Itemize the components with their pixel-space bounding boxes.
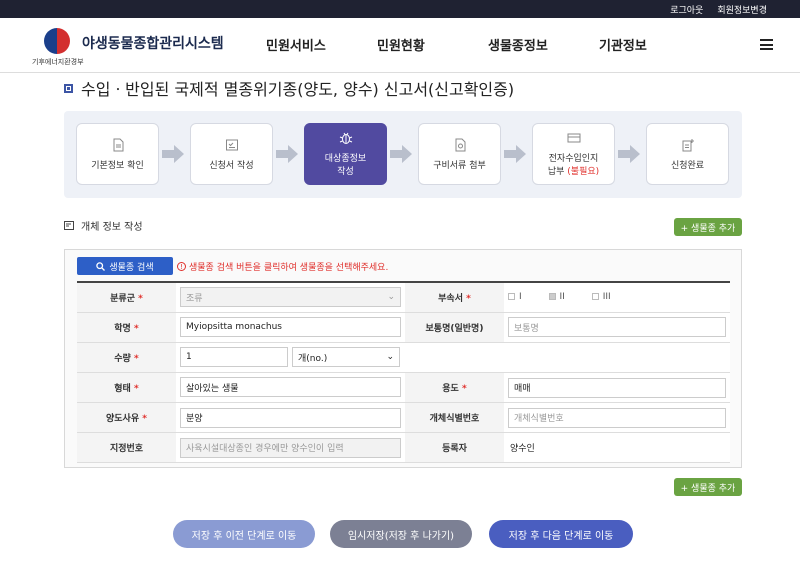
table-row: 지정번호 사육시설대상종인 경우에만 양수인이 입력 등록자 양수인 xyxy=(77,432,730,463)
step-species-info-active: 대상종정보 작성 xyxy=(304,123,387,185)
page-title-text: 수입ㆍ반입된 국제적 멸종위기종(양도, 양수) 신고서(신고확인증) xyxy=(81,80,515,99)
temp-save-button[interactable]: 임시저장(저장 후 나가기) xyxy=(330,520,472,548)
registrant-value: 양수인 xyxy=(504,432,730,463)
gov-emblem-icon xyxy=(44,28,70,54)
search-icon xyxy=(96,261,106,271)
edit-form-icon xyxy=(64,221,74,230)
step-arrow-icon xyxy=(162,145,184,163)
nav-item-civil-status[interactable]: 민원현황 xyxy=(377,35,425,54)
designation-no-label: 지정번호 xyxy=(77,432,176,463)
save-prev-button[interactable]: 저장 후 이전 단계로 이동 xyxy=(173,520,315,548)
step-arrow-icon xyxy=(390,145,412,163)
alert-icon: ! xyxy=(177,262,186,271)
form-field[interactable]: 살아있는 생물 xyxy=(180,377,401,398)
table-row: 형태 * 살아있는 생물 용도 * 매매 xyxy=(77,372,730,403)
chevron-down-icon: ⌄ xyxy=(386,352,394,362)
appendix-checkbox-2[interactable]: II xyxy=(548,292,565,302)
card-icon xyxy=(567,133,580,143)
registrant-label: 등록자 xyxy=(405,432,504,463)
step-complete: 신청완료 xyxy=(646,123,729,185)
form-label: 형태 * xyxy=(77,372,176,403)
step-label-line2: 납부 (불필요) xyxy=(547,167,600,177)
step-revenue-stamp: 전자수입인지 납부 (불필요) xyxy=(532,123,615,185)
appendix-label: 부속서 * xyxy=(405,282,504,313)
transfer-reason-label: 양도사유 * xyxy=(77,402,176,433)
species-form: 생물종 검색 ! 생물종 검색 버튼을 클릭하여 생물종을 선택해주세요. 분류… xyxy=(64,249,742,468)
quantity-label: 수량 * xyxy=(77,342,176,373)
hint-text: 생물종 검색 버튼을 클릭하여 생물종을 선택해주세요. xyxy=(189,263,389,273)
individual-id-field[interactable]: 개체식별번호 xyxy=(508,407,726,428)
attachment-file-icon xyxy=(455,138,465,151)
step-label-line1: 전자수입인지 xyxy=(548,154,599,164)
step-arrow-icon xyxy=(618,145,640,163)
step-label: 구비서류 첨부 xyxy=(433,160,486,171)
add-species-button-top[interactable]: + 생물종 추가 xyxy=(674,218,742,236)
category-select: 조류 ⌄ xyxy=(180,287,401,308)
step-application: 신청서 작성 xyxy=(190,123,273,185)
table-row: 양도사유 * 분양 개체식별번호 개체식별번호 xyxy=(77,402,730,433)
appendix-checkbox-1[interactable]: I xyxy=(508,292,522,302)
quantity-field[interactable]: 1 xyxy=(180,347,288,367)
designation-no-field: 사육시설대상종인 경우에만 양수인이 입력 xyxy=(180,437,401,458)
progress-steps: 기본정보 확인 신청서 작성 대상종정보 작성 구비서류 첨부 전자수입인지 납… xyxy=(64,111,742,198)
save-next-button[interactable]: 저장 후 다음 단계로 이동 xyxy=(489,520,633,548)
step-label: 기본정보 확인 xyxy=(91,160,144,171)
add-species-button-bottom[interactable]: + 생물종 추가 xyxy=(674,478,742,496)
nav-item-agency-info[interactable]: 기관정보 xyxy=(599,35,647,54)
logout-link[interactable]: 로그아웃 xyxy=(670,3,703,16)
site-header: 기후에너지환경부 야생동물종합관리시스템 민원서비스 민원현황 생물종정보 기관… xyxy=(0,18,800,73)
step-attachments: 구비서류 첨부 xyxy=(418,123,501,185)
table-row: 분류군 * 조류 ⌄ 부속서 * I II III xyxy=(77,282,730,313)
sci-name-label: 학명 * xyxy=(77,312,176,343)
common-name-field[interactable]: 보통명 xyxy=(508,317,726,337)
edit-member-info-link[interactable]: 회원정보변경 xyxy=(717,3,767,16)
purpose-field[interactable]: 매매 xyxy=(508,377,726,398)
section-title-text: 개체 정보 작성 xyxy=(81,222,143,233)
category-label: 분류군 * xyxy=(77,282,176,313)
section-title: 개체 정보 작성 xyxy=(64,218,143,233)
document-icon xyxy=(113,138,123,151)
menu-icon[interactable] xyxy=(760,39,773,50)
logo-title: 야생동물종합관리시스템 xyxy=(82,36,224,52)
page-title: 수입ㆍ반입된 국제적 멸종위기종(양도, 양수) 신고서(신고확인증) xyxy=(64,76,514,100)
step-label: 신청완료 xyxy=(670,160,705,171)
nav-item-civil-service[interactable]: 민원서비스 xyxy=(266,35,326,54)
step-label-line2: 작성 xyxy=(337,167,354,177)
logo-ministry-text: 기후에너지환경부 xyxy=(32,58,84,66)
step-arrow-icon xyxy=(276,145,298,163)
document-plus-icon xyxy=(682,138,694,151)
chevron-down-icon: ⌄ xyxy=(387,292,395,303)
purpose-label: 용도 * xyxy=(405,372,504,403)
top-utility-bar: 로그아웃 회원정보변경 xyxy=(0,0,800,18)
bug-icon xyxy=(339,132,352,144)
appendix-checkboxes: I II III xyxy=(504,282,730,313)
common-name-label: 보통명(일반명) xyxy=(405,312,504,343)
step-label-line1: 대상종정보 xyxy=(324,154,367,164)
species-search-label: 생물종 검색 xyxy=(109,262,154,273)
appendix-checkbox-3[interactable]: III xyxy=(591,292,611,302)
table-row: 수량 * 1 개(no.) ⌄ xyxy=(77,342,730,373)
step-arrow-icon xyxy=(504,145,526,163)
title-square-icon xyxy=(64,83,73,93)
unit-select[interactable]: 개(no.) ⌄ xyxy=(292,347,400,367)
form-check-icon xyxy=(225,139,238,150)
sci-name-field[interactable]: Myiopsitta monachus xyxy=(180,317,401,337)
site-logo[interactable]: 기후에너지환경부 야생동물종합관리시스템 xyxy=(32,26,232,66)
transfer-reason-field[interactable]: 분양 xyxy=(180,407,401,428)
step-basic-info: 기본정보 확인 xyxy=(76,123,159,185)
species-form-table: 분류군 * 조류 ⌄ 부속서 * I II III 학명 * Myiopsitta… xyxy=(77,281,730,463)
species-search-hint: ! 생물종 검색 버튼을 클릭하여 생물종을 선택해주세요. xyxy=(177,260,388,273)
step-label: 신청서 작성 xyxy=(209,160,254,171)
nav-item-species-info[interactable]: 생물종정보 xyxy=(488,35,548,54)
species-search-button[interactable]: 생물종 검색 xyxy=(77,257,173,275)
individual-id-label: 개체식별번호 xyxy=(405,402,504,433)
table-row: 학명 * Myiopsitta monachus 보통명(일반명) 보통명 xyxy=(77,312,730,343)
